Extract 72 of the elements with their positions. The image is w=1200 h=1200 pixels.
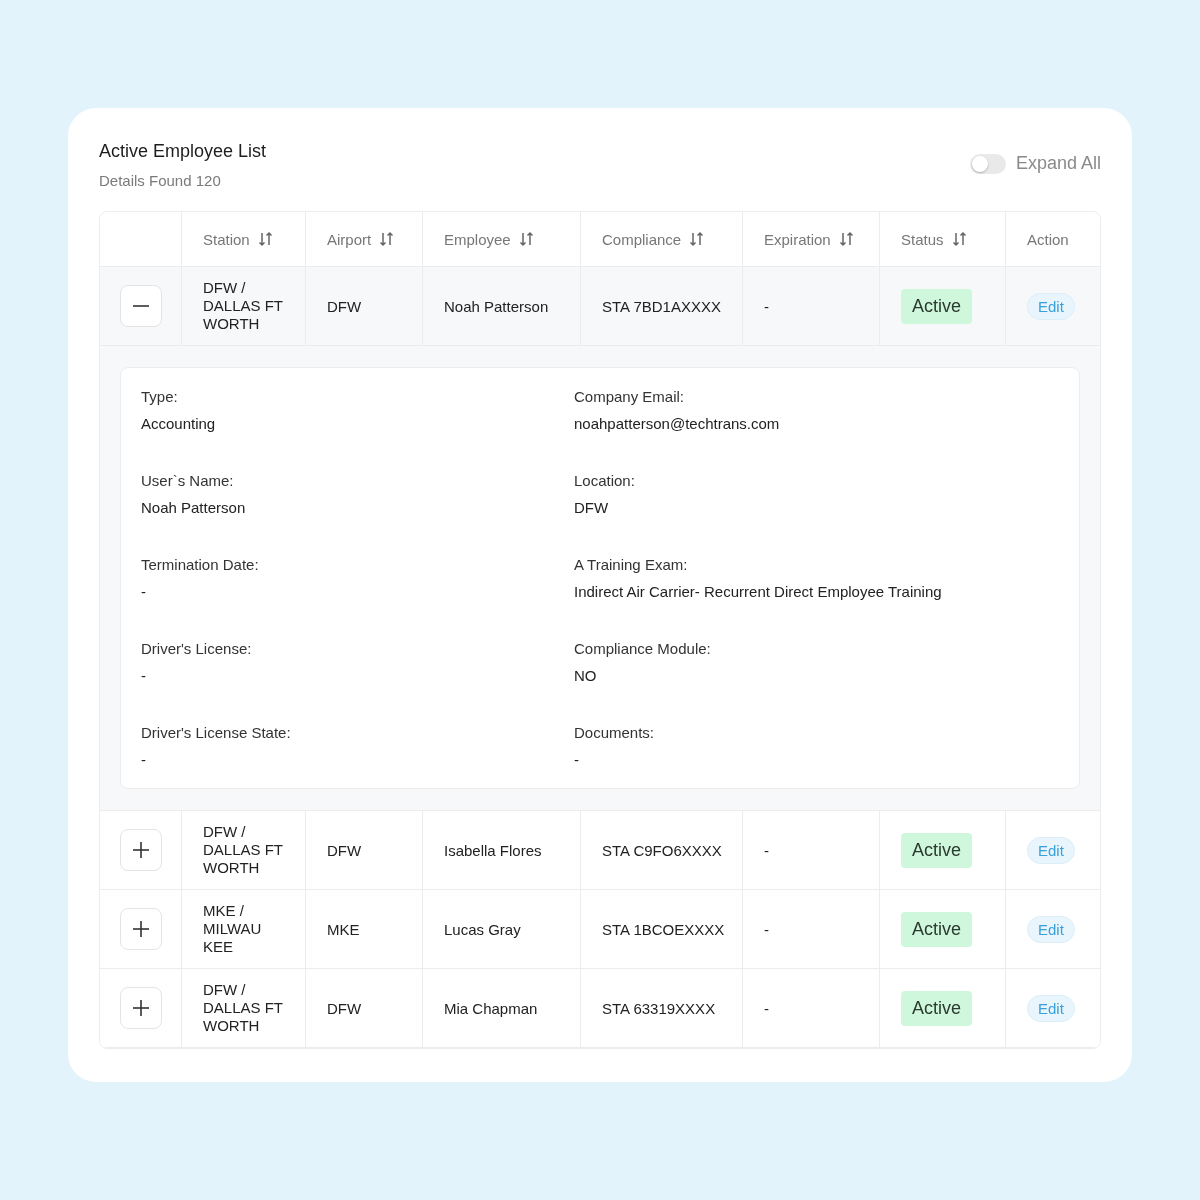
column-header: Action [1027, 230, 1069, 248]
detail-label: Documents: [574, 724, 656, 741]
edit-button[interactable]: Edit [1027, 915, 1075, 943]
table-cell: STA C9FO6XXXX [602, 841, 722, 859]
detail-label: Driver's License: [141, 640, 253, 657]
table-cell: DFW / DALLAS FT WORTH [203, 823, 284, 877]
expand-all-label: Expand All [1015, 153, 1101, 174]
table-cell: STA 7BD1AXXXX [602, 297, 721, 315]
status-badge: Active [901, 911, 973, 947]
table-cell: Lucas Gray [444, 920, 521, 938]
table-cell: STA 63319XXXX [602, 999, 716, 1017]
table-cell: - [764, 841, 769, 859]
detail-value: DFW [574, 499, 610, 516]
table-cell: DFW [327, 297, 362, 315]
table-cell: - [764, 297, 769, 315]
status-badge: Active [901, 288, 973, 324]
detail-value: Noah Patterson [141, 499, 247, 516]
table-cell: STA 1BCOEXXXX [602, 920, 725, 938]
sort-icon[interactable] [379, 231, 396, 247]
column-header: Employee [444, 230, 511, 248]
plus-icon [132, 1000, 149, 1016]
expand-button[interactable] [119, 908, 162, 950]
detail-value: noahpatterson@techtrans.com [574, 415, 781, 432]
detail-label: User`s Name: [141, 472, 235, 489]
detail-value: Accounting [141, 415, 217, 432]
column-header: Compliance [602, 230, 682, 248]
sort-icon[interactable] [689, 231, 706, 247]
edit-button[interactable]: Edit [1027, 292, 1075, 320]
detail-label: Type: [141, 388, 179, 405]
sort-icon[interactable] [257, 231, 274, 247]
column-header: Status [901, 230, 944, 248]
list-title: Active Employee List [99, 141, 267, 162]
detail-value: - [574, 751, 580, 768]
table-cell: Isabella Flores [444, 841, 542, 859]
table-cell: MKE [327, 920, 360, 938]
detail-label: Compliance Module: [574, 640, 712, 657]
table-cell: Noah Patterson [444, 297, 549, 315]
expand-button[interactable] [119, 987, 162, 1029]
plus-icon [132, 921, 149, 937]
sort-icon[interactable] [518, 231, 535, 247]
detail-label: Location: [574, 472, 636, 489]
table-cell: MKE / MILWAU KEE [203, 902, 262, 956]
detail-label: Driver's License State: [141, 724, 292, 741]
detail-label: Company Email: [574, 388, 686, 405]
table-cell: - [764, 920, 769, 938]
detail-value: - [141, 751, 147, 768]
table-cell: DFW [327, 841, 362, 859]
detail-label: A Training Exam: [574, 556, 689, 573]
detail-value: - [141, 667, 147, 684]
status-badge: Active [901, 832, 973, 868]
minus-icon [132, 305, 149, 307]
table-cell: Mia Chapman [444, 999, 538, 1017]
table-cell: DFW / DALLAS FT WORTH [203, 279, 284, 333]
detail-value: Indirect Air Carrier- Recurrent Direct Employee Training [574, 583, 943, 600]
plus-icon [132, 842, 149, 858]
column-header: Airport [327, 230, 372, 248]
expand-all-toggle[interactable] [969, 153, 1006, 174]
results-count: Details Found 120 [99, 172, 222, 189]
detail-value: NO [574, 667, 598, 684]
edit-button[interactable]: Edit [1027, 994, 1075, 1022]
expand-button[interactable] [119, 829, 162, 871]
sort-icon[interactable] [951, 231, 968, 247]
table-cell: - [764, 999, 769, 1017]
detail-value: - [141, 583, 147, 600]
edit-button[interactable]: Edit [1027, 836, 1075, 864]
status-badge: Active [901, 990, 973, 1026]
column-header: Expiration [764, 230, 831, 248]
detail-label: Termination Date: [141, 556, 260, 573]
table-cell: DFW [327, 999, 362, 1017]
sort-icon[interactable] [838, 231, 855, 247]
table-cell: DFW / DALLAS FT WORTH [203, 981, 284, 1035]
column-header: Station [203, 230, 250, 248]
